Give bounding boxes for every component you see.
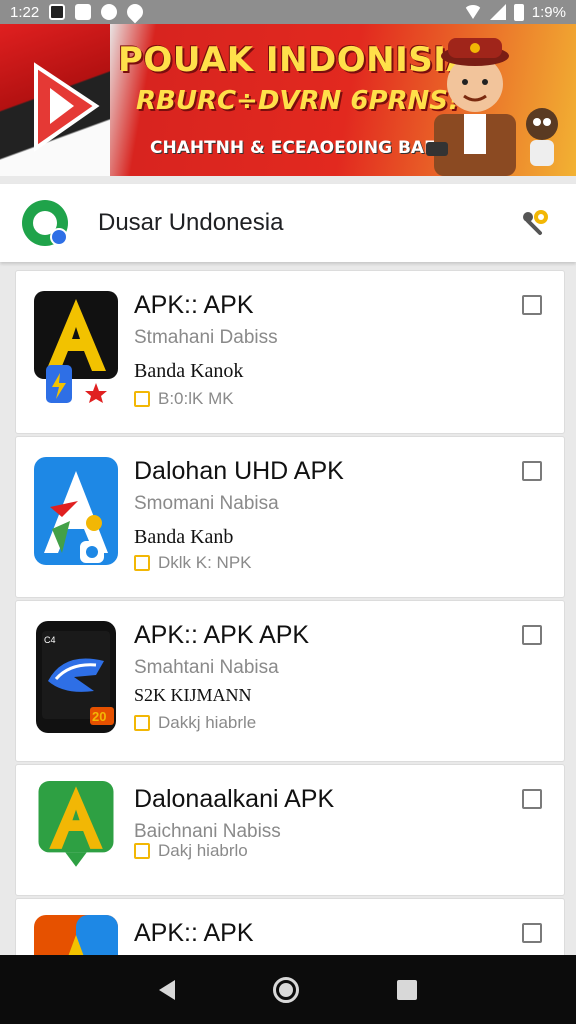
- notification-icon: [75, 4, 92, 20]
- app-extra: Banda Kanb: [134, 526, 234, 548]
- select-checkbox[interactable]: [522, 461, 542, 481]
- recents-icon[interactable]: [397, 979, 417, 1000]
- app-developer: Baichnani Nabiss: [134, 821, 281, 842]
- app-logo-icon[interactable]: [22, 200, 68, 246]
- badge-icon: [134, 843, 150, 859]
- app-badge: Dakkj hiabrle: [134, 713, 256, 733]
- svg-text:20: 20: [92, 709, 106, 724]
- select-checkbox[interactable]: [522, 789, 542, 809]
- badge-icon: [134, 555, 150, 571]
- home-icon[interactable]: [273, 976, 299, 1003]
- svg-text:C4: C4: [44, 635, 56, 645]
- select-checkbox[interactable]: [522, 295, 542, 315]
- status-bar: 1:22 1:9%: [0, 0, 576, 24]
- app-badge: Dklk K: NPK: [134, 553, 252, 573]
- app-title: APK:: APK APK: [134, 621, 310, 649]
- app-badge-text: Dklk K: NPK: [158, 553, 252, 572]
- app-icon: 20 C4: [36, 621, 116, 733]
- app-header: Dusar Undonesia: [0, 184, 576, 262]
- banner-subtitle: RBURC÷DVRN 6PRNS!: [136, 86, 460, 116]
- app-badge: B:0:lK MK: [134, 389, 234, 409]
- app-badge-text: Dakj hiabrlo: [158, 841, 248, 860]
- promo-banner[interactable]: POUAK INDONISIAI RBURC÷DVRN 6PRNS! CHAHT…: [0, 24, 576, 176]
- notification-icon: [49, 4, 66, 20]
- signal-icon: [489, 4, 506, 20]
- app-icon: [34, 291, 118, 403]
- app-developer: Stmahani Dabiss: [134, 327, 278, 348]
- app-title: APK:: APK: [134, 291, 254, 319]
- back-icon[interactable]: [159, 979, 175, 1000]
- app-title: APK:: APK: [134, 919, 254, 947]
- mascot-illustration: [526, 108, 558, 166]
- settings-action-icon[interactable]: [514, 203, 554, 243]
- wifi-icon: [463, 5, 482, 19]
- app-developer: Smahtani Nabisa: [134, 657, 279, 678]
- select-checkbox[interactable]: [522, 923, 542, 943]
- app-icon: [38, 781, 114, 867]
- app-badge: Dakj hiabrlo: [134, 841, 248, 861]
- app-developer: Smomani Nabisa: [134, 493, 279, 514]
- play-logo-icon: [34, 62, 100, 152]
- badge-icon: [134, 391, 150, 407]
- list-item[interactable]: APK:: APK Stmahani Dabiss Banda Kanok B:…: [15, 270, 565, 434]
- app-icon: [34, 457, 118, 565]
- header-title: Dusar Undonesia: [98, 209, 284, 236]
- officer-illustration: [426, 38, 516, 176]
- app-badge-text: Dakkj hiabrle: [158, 713, 257, 732]
- list-item[interactable]: 20 C4 APK:: APK APK Smahtani Nabisa S2K …: [15, 600, 565, 762]
- select-checkbox[interactable]: [522, 625, 542, 645]
- badge-icon: [134, 715, 150, 731]
- battery-icon: [513, 3, 524, 21]
- battery-level: 1:9%: [531, 3, 566, 21]
- app-badge-text: B:0:lK MK: [158, 389, 234, 408]
- list-item[interactable]: Dalohan UHD APK Smomani Nabisa Banda Kan…: [15, 436, 565, 598]
- list-item[interactable]: Dalonaalkani APK Baichnani Nabiss Dakj h…: [15, 764, 565, 896]
- app-extra: S2K KIJMANN: [134, 685, 252, 705]
- status-time: 1:22: [10, 3, 40, 21]
- navigation-bar: [0, 955, 576, 1024]
- app-title: Dalonaalkani APK: [134, 785, 335, 813]
- app-extra: Banda Kanok: [134, 360, 244, 382]
- notification-icon: [101, 4, 118, 20]
- app-title: Dalohan UHD APK: [134, 457, 344, 485]
- location-icon: [123, 0, 147, 24]
- app-list: APK:: APK Stmahani Dabiss Banda Kanok B:…: [15, 270, 565, 980]
